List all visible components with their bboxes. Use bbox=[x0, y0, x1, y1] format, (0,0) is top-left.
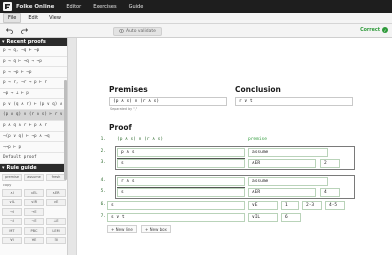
recent-proofs-header[interactable]: ▾ Recent proofs bbox=[0, 38, 67, 46]
line-rule[interactable]: assume bbox=[248, 148, 328, 157]
conclusion-heading: Conclusion bbox=[235, 85, 281, 94]
auto-validate-label: Auto validate bbox=[126, 29, 156, 34]
line-ref[interactable]: 6 bbox=[281, 213, 301, 222]
status-text: Correct bbox=[360, 27, 380, 33]
rule-button[interactable]: ∀E bbox=[24, 236, 44, 245]
line-formula[interactable]: s bbox=[107, 201, 245, 210]
rule-button[interactable]: →E bbox=[24, 208, 44, 216]
recent-proof-item[interactable]: ¬¬p ⊢ p bbox=[0, 142, 67, 153]
eye-icon bbox=[119, 28, 124, 35]
line-rule[interactable]: ∧ER bbox=[248, 188, 316, 197]
toolbar: Auto validate Correct ✓ bbox=[0, 24, 392, 38]
redo-icon[interactable] bbox=[18, 26, 30, 36]
recent-proof-item[interactable]: p ∧ q ∧ r ⊢ p ∧ r bbox=[0, 121, 67, 132]
nav-guide[interactable]: Guide bbox=[129, 4, 144, 10]
rule-button[interactable]: PBC bbox=[24, 227, 44, 235]
rule-button[interactable]: ∧EL bbox=[24, 189, 44, 197]
line-ref[interactable]: 1 bbox=[281, 201, 299, 210]
line-ref[interactable]: 2 bbox=[320, 159, 340, 168]
line-rule[interactable]: assume bbox=[248, 177, 328, 186]
line-number: 7. bbox=[100, 214, 106, 219]
menu-file[interactable]: File bbox=[3, 13, 22, 23]
new-line-button[interactable]: + New line bbox=[107, 225, 137, 233]
rule-button[interactable]: ∨IR bbox=[24, 198, 44, 207]
rule-button[interactable]: ∨IL bbox=[2, 198, 22, 207]
recent-proof-item[interactable]: ¬p → ⊥ ⊢ p bbox=[0, 89, 67, 100]
premises-heading: Premises bbox=[109, 85, 148, 94]
nav-exercises[interactable]: Exercises bbox=[93, 4, 116, 10]
menu-edit[interactable]: Edit bbox=[24, 14, 42, 22]
rule-button[interactable]: MT bbox=[2, 227, 22, 235]
rule-button[interactable]: LEM bbox=[46, 227, 66, 235]
rule-premise[interactable]: premise bbox=[2, 173, 22, 182]
line-number: 5. bbox=[100, 189, 106, 194]
status-badge: Correct ✓ bbox=[360, 27, 388, 33]
auto-validate-button[interactable]: Auto validate bbox=[113, 27, 162, 36]
line-formula[interactable]: (p ∧ s) ∨ (r ∧ s) bbox=[117, 137, 163, 142]
rule-grid: ∧I ∧EL ∧ER ∨IL ∨IR ∨E →I →E ¬I ¬E ⊥E MT PBC LEM ∀I ∀E ∃I bbox=[0, 187, 67, 245]
rule-row-basic: premise assume fresh bbox=[0, 172, 67, 182]
recent-proof-item[interactable]: (p ∧ q) ∨ (r ∧ s) ⊢ r ∨ t bbox=[0, 110, 67, 121]
recent-proofs-title: Recent proofs bbox=[6, 39, 46, 45]
rule-button[interactable]: ∃I bbox=[46, 236, 66, 245]
line-rule[interactable]: premise bbox=[248, 137, 267, 142]
rule-button[interactable]: ∨E bbox=[46, 198, 66, 207]
rule-button[interactable]: ¬I bbox=[2, 217, 22, 226]
line-rule[interactable]: ∨IL bbox=[248, 213, 278, 222]
recent-proof-item[interactable]: ¬(p ∨ q) ⊢ ¬p ∧ ¬q bbox=[0, 132, 67, 143]
rule-button[interactable]: →I bbox=[2, 208, 22, 216]
line-formula[interactable]: r ∧ s bbox=[117, 177, 245, 186]
sidebar: ▾ Recent proofs p → q, ¬q ⊢ ¬p p → q ⊢ ¬q… bbox=[0, 38, 68, 255]
recent-proof-item[interactable]: p → q, ¬q ⊢ ¬p bbox=[0, 46, 67, 57]
line-number: 4. bbox=[100, 178, 106, 183]
editor-panel: Premises Conclusion (p ∧ s) ∨ (r ∧ s) r … bbox=[76, 38, 392, 255]
line-ref[interactable]: 4-5 bbox=[325, 201, 345, 210]
proof-heading: Proof bbox=[109, 123, 132, 132]
premises-input[interactable]: (p ∧ s) ∨ (r ∧ s) bbox=[109, 97, 227, 106]
line-formula[interactable]: s ∨ t bbox=[107, 213, 245, 222]
line-rule[interactable]: ∧ER bbox=[248, 159, 316, 168]
line-formula[interactable]: s bbox=[117, 159, 245, 168]
recent-proof-item[interactable]: Default proof bbox=[0, 153, 67, 164]
chevron-down-icon: ▾ bbox=[2, 164, 5, 171]
undo-icon[interactable] bbox=[3, 26, 15, 36]
line-rule[interactable]: ∨E bbox=[248, 201, 278, 210]
recent-proof-item[interactable]: p → q ⊢ ¬q → ¬p bbox=[0, 57, 67, 68]
recent-proof-item[interactable]: p ∨ (q ∧ r) ⊢ (p ∨ q) ∧ (p ∨ r) bbox=[0, 99, 67, 111]
rule-fresh[interactable]: fresh bbox=[46, 173, 66, 182]
line-ref[interactable]: 2-3 bbox=[302, 201, 322, 210]
separator-note: Separated by "," bbox=[110, 107, 138, 111]
check-icon: ✓ bbox=[382, 27, 388, 33]
line-formula[interactable]: p ∧ s bbox=[117, 148, 245, 157]
menu-view[interactable]: View bbox=[45, 14, 65, 22]
rule-button[interactable]: ¬E bbox=[24, 217, 44, 226]
menu-bar: File Edit View bbox=[0, 13, 392, 24]
recent-proof-item[interactable]: p → r, ¬r → p ⊢ r bbox=[0, 78, 67, 89]
rule-guide-header[interactable]: ▾ Rule guide bbox=[0, 163, 67, 172]
top-bar: Folke Online Editor Exercises Guide bbox=[0, 0, 392, 13]
rule-button[interactable]: ⊥E bbox=[46, 217, 66, 226]
sidebar-scrollbar[interactable] bbox=[64, 80, 67, 180]
line-number: 3. bbox=[100, 160, 106, 165]
rule-button[interactable]: ∧I bbox=[2, 189, 22, 197]
line-number: 2. bbox=[100, 149, 106, 154]
line-number: 6. bbox=[100, 202, 106, 207]
top-nav: Editor Exercises Guide bbox=[66, 4, 143, 10]
rule-assume[interactable]: assume bbox=[24, 173, 44, 182]
rule-button[interactable]: ∧ER bbox=[46, 189, 66, 197]
conclusion-input[interactable]: r ∨ t bbox=[235, 97, 353, 106]
line-formula[interactable]: s bbox=[117, 188, 245, 197]
recent-proof-item[interactable]: p → ¬p ⊢ ¬p bbox=[0, 67, 67, 79]
brand-title[interactable]: Folke Online bbox=[16, 4, 54, 10]
folke-logo-icon[interactable] bbox=[3, 2, 12, 11]
line-ref[interactable]: 4 bbox=[320, 188, 340, 197]
line-number: 1. bbox=[100, 137, 106, 142]
nav-editor[interactable]: Editor bbox=[66, 4, 81, 10]
rule-button[interactable]: ∀I bbox=[2, 236, 22, 245]
new-box-button[interactable]: + New box bbox=[141, 225, 171, 233]
recent-proofs-list: p → q, ¬q ⊢ ¬p p → q ⊢ ¬q → ¬p p → ¬p ⊢ ¬p… bbox=[0, 46, 67, 164]
rule-guide-title: Rule guide bbox=[6, 164, 37, 171]
chevron-down-icon: ▾ bbox=[2, 39, 5, 45]
